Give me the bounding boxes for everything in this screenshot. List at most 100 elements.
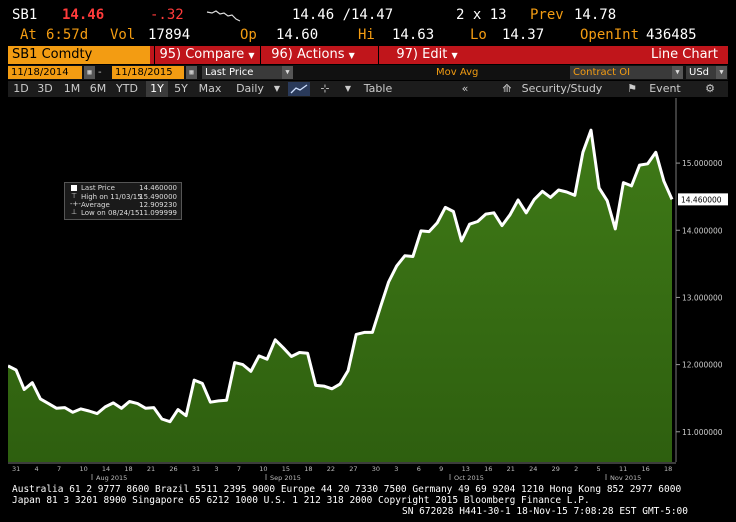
ticker-symbol: SB1 bbox=[12, 7, 38, 23]
range-1d-button[interactable]: 1D bbox=[10, 81, 32, 97]
last-price-axis-label: 14.460000 bbox=[681, 195, 722, 204]
x-tick-label: 15 bbox=[282, 465, 290, 473]
x-tick-label: 3 bbox=[394, 465, 398, 473]
legend-value: 15.490000 bbox=[139, 193, 177, 201]
x-tick-label: 10 bbox=[259, 465, 267, 473]
prev-close: 14.78 bbox=[574, 7, 617, 23]
low-marker-icon: ⊥ bbox=[71, 208, 78, 216]
compare-label: 95) Compare bbox=[159, 47, 245, 62]
range-1m-button[interactable]: 1M bbox=[60, 81, 84, 97]
x-tick-label: 6 bbox=[417, 465, 421, 473]
low-value: 14.37 bbox=[502, 27, 545, 43]
compare-button[interactable]: 95) Compare ▼ bbox=[154, 46, 259, 64]
study-label[interactable]: Mov Avg bbox=[436, 66, 478, 79]
square-icon bbox=[71, 185, 77, 191]
prev-label: Prev bbox=[530, 7, 564, 23]
edit-label: 97) Edit bbox=[396, 47, 448, 62]
y-tick-label: 14.000000 bbox=[682, 226, 723, 235]
price-chart[interactable]: 15.000000 14.000000 13.000000 12.000000 11.0… bbox=[7, 98, 728, 482]
chevron-down-icon[interactable]: ▼ bbox=[672, 66, 683, 79]
x-tick-label: 21 bbox=[507, 465, 515, 473]
range-ytd-button[interactable]: YTD bbox=[112, 81, 142, 97]
at-label: At bbox=[20, 27, 37, 43]
legend-row-last: Last Price 14.460000 bbox=[71, 184, 179, 193]
legend-label: Last Price bbox=[81, 184, 115, 192]
calendar-icon[interactable]: ▦ bbox=[84, 66, 95, 79]
volume-label: Vol bbox=[110, 27, 136, 43]
open-interest-value: 436485 bbox=[646, 27, 697, 43]
legend-label: Low on 08/24/15 bbox=[81, 209, 140, 217]
x-tick-label: 7 bbox=[237, 465, 241, 473]
month-label: Oct 2015 bbox=[454, 474, 484, 482]
x-tick-label: 2 bbox=[574, 465, 578, 473]
double-chevron-left-icon[interactable]: « bbox=[454, 81, 476, 97]
x-tick-label: 16 bbox=[642, 465, 650, 473]
legend-row-low: ⊥ Low on 08/24/15 11.099999 bbox=[71, 208, 179, 218]
end-date-input[interactable]: 11/18/2015 bbox=[112, 66, 184, 79]
x-tick-label: 10 bbox=[79, 465, 87, 473]
high-value: 14.63 bbox=[392, 27, 435, 43]
x-tick-label: 31 bbox=[12, 465, 20, 473]
month-label: Sep 2015 bbox=[270, 474, 301, 482]
average-marker-icon: -+- bbox=[70, 200, 81, 208]
x-tick-label: 21 bbox=[147, 465, 155, 473]
last-price: 14.46 bbox=[62, 7, 105, 23]
x-tick-label: 31 bbox=[192, 465, 200, 473]
x-tick-label: 24 bbox=[529, 465, 537, 473]
price-chart-svg: 15.000000 14.000000 13.000000 12.000000 11.0… bbox=[7, 98, 728, 482]
y-tick-label: 11.000000 bbox=[682, 428, 723, 437]
x-tick-label: 22 bbox=[327, 465, 335, 473]
security-field[interactable]: SB1 Comdty bbox=[8, 46, 150, 64]
lower-field-select[interactable]: Contract OI bbox=[570, 66, 672, 79]
edit-button[interactable]: 97) Edit ▼ bbox=[378, 46, 475, 64]
price-field-select[interactable]: Last Price bbox=[202, 66, 282, 79]
flag-icon[interactable]: ⚑ bbox=[624, 81, 640, 97]
actions-label: 96) Actions bbox=[271, 47, 345, 62]
x-tick-label: 7 bbox=[57, 465, 61, 473]
x-tick-label: 16 bbox=[484, 465, 492, 473]
range-1y-button[interactable]: 1Y bbox=[146, 81, 168, 97]
actions-button[interactable]: 96) Actions ▼ bbox=[260, 46, 365, 64]
chevron-down-icon[interactable]: ▼ bbox=[282, 66, 293, 79]
x-tick-label: 27 bbox=[349, 465, 357, 473]
y-tick-label: 12.000000 bbox=[682, 361, 723, 370]
range-toolbar: 1D 3D 1M 6M YTD 1Y 5Y Max Daily ▼ ⊹ ▼ Ta… bbox=[8, 81, 728, 97]
x-tick-label: 14 bbox=[102, 465, 110, 473]
chart-legend[interactable]: Last Price 14.460000 ⊤ High on 11/03/15 … bbox=[64, 182, 182, 220]
month-label: Nov 2015 bbox=[610, 474, 641, 482]
line-drawing-icon[interactable] bbox=[288, 82, 310, 96]
date-toolbar: 11/18/2014 ▦ - 11/18/2015 ▦ Last Price ▼… bbox=[8, 65, 728, 80]
x-tick-label: 29 bbox=[552, 465, 560, 473]
table-button[interactable]: Table bbox=[358, 81, 398, 97]
y-tick-label: 13.000000 bbox=[682, 293, 723, 302]
currency-select[interactable]: USd bbox=[686, 66, 716, 79]
chevron-down-icon: ▼ bbox=[348, 51, 355, 60]
event-button[interactable]: Event bbox=[644, 81, 686, 97]
range-6m-button[interactable]: 6M bbox=[86, 81, 110, 97]
net-change: -.32 bbox=[150, 7, 184, 23]
chevron-down-icon[interactable]: ▼ bbox=[272, 81, 282, 97]
start-date-input[interactable]: 11/18/2014 bbox=[8, 66, 82, 79]
range-max-button[interactable]: Max bbox=[196, 81, 224, 97]
chart-type-title: Line Chart bbox=[651, 47, 718, 62]
gear-icon[interactable]: ⚙ bbox=[700, 81, 720, 97]
range-5y-button[interactable]: 5Y bbox=[170, 81, 192, 97]
low-label: Lo bbox=[470, 27, 487, 43]
chevron-down-icon[interactable]: ▼ bbox=[342, 81, 354, 97]
date-range-dash: - bbox=[98, 67, 102, 78]
volume-value: 17894 bbox=[148, 27, 191, 43]
study-chart-icon[interactable]: ⟰ bbox=[498, 81, 516, 97]
security-study-button[interactable]: Security/Study bbox=[516, 81, 608, 97]
chevron-down-icon[interactable]: ▼ bbox=[716, 66, 727, 79]
legend-value: 12.909230 bbox=[139, 201, 177, 209]
frequency-select[interactable]: Daily bbox=[228, 81, 272, 97]
x-tick-label: 30 bbox=[372, 465, 380, 473]
open-interest-label: OpenInt bbox=[580, 27, 640, 43]
menu-bar: SB1 Comdty 95) Compare ▼ 96) Actions ▼ 9… bbox=[8, 46, 728, 64]
x-tick-label: 4 bbox=[34, 465, 38, 473]
calendar-icon[interactable]: ▦ bbox=[186, 66, 197, 79]
crosshair-icon[interactable]: ⊹ bbox=[316, 81, 334, 97]
legend-label: High on 11/03/15 bbox=[81, 193, 142, 201]
range-3d-button[interactable]: 3D bbox=[34, 81, 56, 97]
high-marker-icon: ⊤ bbox=[71, 192, 78, 200]
